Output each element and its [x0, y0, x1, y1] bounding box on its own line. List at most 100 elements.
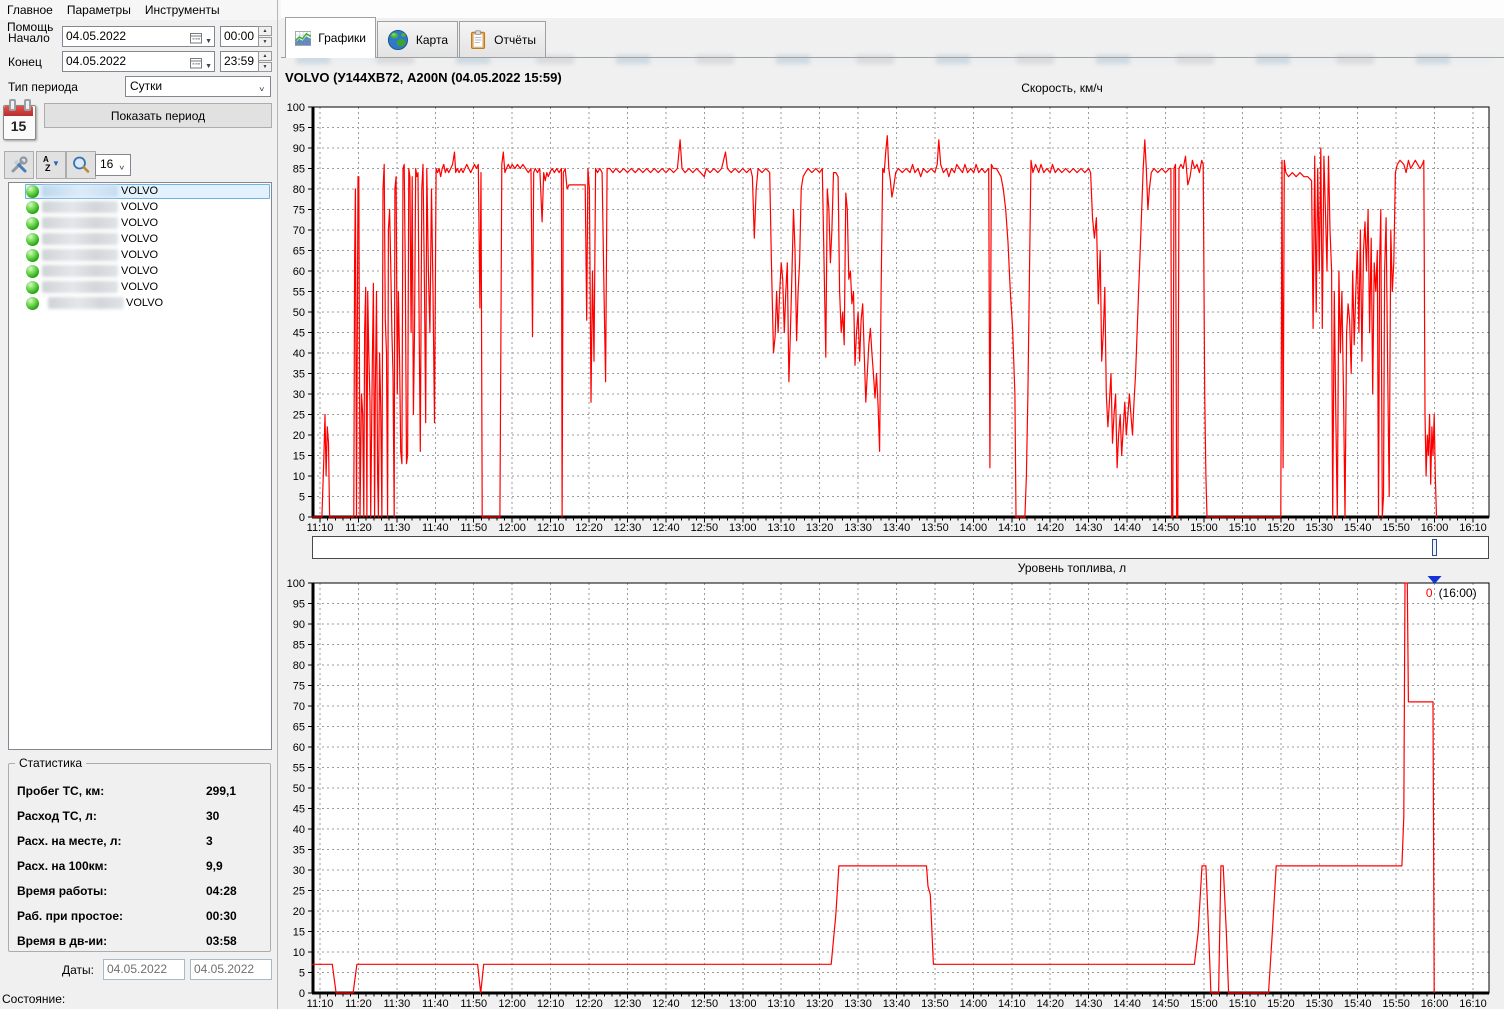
tabbar-background — [281, 0, 1504, 18]
menu-bar: ГлавноеПараметрыИнструментыПомощь — [0, 0, 281, 20]
vehicle-row[interactable]: VOLVO — [9, 264, 271, 280]
y-tick-label: 25 — [293, 886, 305, 898]
panel-divider — [277, 0, 278, 1009]
spinner-down-icon[interactable]: ▼ — [258, 37, 272, 47]
vehicle-label: VOLVO — [121, 201, 158, 213]
vehicle-row[interactable]: VOLVO — [9, 184, 271, 200]
start-time-field[interactable] — [220, 26, 259, 47]
tab-charts-label: Графики — [318, 31, 366, 45]
vehicle-label: VOLVO — [121, 217, 158, 229]
x-tick-label: 13:40 — [883, 522, 911, 534]
cursor-value-label: 0 — [1426, 586, 1433, 600]
x-tick-label: 14:30 — [1075, 998, 1103, 1009]
menu-item-main[interactable]: Главное — [0, 0, 60, 17]
y-tick-label: 5 — [299, 968, 305, 980]
y-tick-label: 45 — [293, 328, 305, 340]
calendar-ring — [9, 99, 16, 111]
vehicle-row[interactable]: VOLVO — [9, 216, 271, 232]
search-button[interactable] — [66, 151, 96, 179]
speed-chart[interactable]: Скорость, км/ч05101520253035404550556065… — [281, 80, 1504, 536]
y-tick-label: 40 — [293, 348, 305, 360]
x-tick-label: 14:40 — [1113, 522, 1141, 534]
vehicle-plate-blur — [42, 233, 118, 245]
stat-value: 03:58 — [206, 934, 237, 948]
vehicle-label: VOLVO — [121, 281, 158, 293]
sort-button[interactable]: AZ▼ — [36, 151, 66, 179]
y-tick-label: 100 — [287, 578, 305, 590]
tab-map-label: Карта — [416, 33, 448, 47]
end-time-input[interactable] — [224, 54, 255, 68]
y-tick-label: 50 — [293, 783, 305, 795]
vehicle-row[interactable]: VOLVO — [9, 232, 271, 248]
font-size-select[interactable]: 16 ∨ — [95, 154, 131, 176]
y-tick-label: 65 — [293, 722, 305, 734]
x-tick-label: 12:30 — [614, 998, 642, 1009]
x-tick-label: 13:00 — [729, 998, 757, 1009]
y-tick-label: 95 — [293, 599, 305, 611]
x-tick-label: 12:50 — [691, 522, 719, 534]
x-tick-label: 12:20 — [575, 522, 603, 534]
settings-tools-button[interactable] — [4, 151, 34, 179]
date-to-input[interactable] — [194, 962, 268, 976]
x-tick-label: 15:20 — [1267, 522, 1295, 534]
x-tick-label: 14:50 — [1152, 998, 1180, 1009]
x-tick-label: 12:40 — [652, 522, 680, 534]
date-to-field[interactable] — [190, 959, 272, 980]
x-tick-label: 11:40 — [422, 522, 449, 534]
vehicle-row[interactable]: VOLVO — [9, 280, 271, 296]
x-tick-label: 12:10 — [537, 998, 565, 1009]
x-tick-label: 11:40 — [422, 998, 449, 1009]
x-tick-label: 12:20 — [575, 998, 603, 1009]
spinner-up-icon[interactable]: ▲ — [258, 26, 272, 36]
show-period-button[interactable]: Показать период — [44, 103, 272, 128]
x-tick-label: 14:10 — [998, 998, 1026, 1009]
vehicle-row[interactable]: VOLVO — [9, 200, 271, 216]
y-tick-label: 80 — [293, 184, 305, 196]
spinner-down-icon[interactable]: ▼ — [258, 62, 272, 72]
chevron-down-icon: ∨ — [258, 83, 265, 96]
statistics-title: Статистика — [15, 756, 86, 770]
tab-charts[interactable]: Графики — [285, 17, 376, 58]
calendar-mini-icon[interactable] — [190, 31, 202, 47]
date-from-input[interactable] — [107, 962, 181, 976]
fuel-chart[interactable]: Уровень топлива, л0510152025303540455055… — [281, 560, 1504, 1009]
end-date-dropdown-icon[interactable]: ▼ — [205, 57, 212, 72]
x-tick-label: 15:30 — [1306, 998, 1334, 1009]
spinner-up-icon[interactable]: ▲ — [258, 51, 272, 61]
end-time-spinner[interactable]: ▲▼ — [258, 51, 272, 72]
x-tick-label: 11:20 — [345, 998, 372, 1009]
period-type-select[interactable]: Сутки ∨ — [125, 76, 271, 97]
stat-label: Расх. на 100км: — [17, 859, 108, 873]
x-tick-label: 11:30 — [384, 998, 411, 1009]
timeline-scrollbar[interactable] — [312, 536, 1489, 559]
start-date-dropdown-icon[interactable]: ▼ — [205, 32, 212, 47]
date-from-field[interactable] — [103, 959, 185, 980]
x-tick-label: 15:50 — [1382, 522, 1410, 534]
y-tick-label: 15 — [293, 927, 305, 939]
calendar-mini-icon[interactable] — [190, 56, 202, 72]
tab-map[interactable]: Карта — [377, 21, 458, 58]
vehicle-status-icon — [26, 249, 39, 262]
vehicle-row[interactable]: VOLVO — [9, 296, 271, 312]
y-tick-label: 75 — [293, 205, 305, 217]
end-time-field[interactable] — [220, 51, 259, 72]
x-tick-label: 13:30 — [844, 522, 872, 534]
start-time-input[interactable] — [224, 29, 255, 43]
vehicle-row[interactable]: VOLVO — [9, 248, 271, 264]
x-tick-label: 15:20 — [1267, 998, 1295, 1009]
timeline-position-marker[interactable] — [1432, 539, 1437, 556]
menu-item-parameters[interactable]: Параметры — [60, 0, 138, 17]
start-label: Начало — [8, 31, 50, 45]
start-time-spinner[interactable]: ▲▼ — [258, 26, 272, 47]
stat-value: 9,9 — [206, 859, 223, 873]
x-tick-label: 14:50 — [1152, 522, 1180, 534]
tab-reports[interactable]: Отчёты — [459, 21, 546, 58]
x-tick-label: 14:40 — [1113, 998, 1141, 1009]
start-date-field[interactable]: ▼ — [62, 26, 215, 47]
menu-item-tools[interactable]: Инструменты — [138, 0, 227, 17]
y-tick-label: 15 — [293, 451, 305, 463]
x-tick-label: 13:40 — [883, 998, 911, 1009]
end-date-field[interactable]: ▼ — [62, 51, 215, 72]
x-tick-label: 11:50 — [460, 522, 487, 534]
calendar-icon[interactable]: 15 — [2, 99, 36, 141]
